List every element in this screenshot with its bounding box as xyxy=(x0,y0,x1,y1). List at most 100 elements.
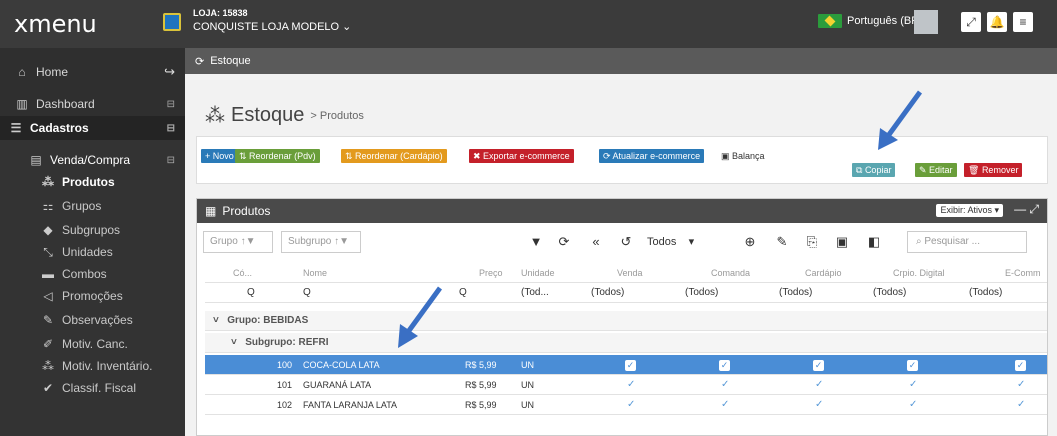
table-row[interactable]: 101 GUARANÁ LATA R$ 5,99 UN ✓ ✓ ✓ ✓ ✓ xyxy=(205,375,1047,395)
top-bar: xmenu LOJA: 15838 CONQUISTE LOJA MODELO … xyxy=(0,0,1057,48)
cubes-icon: ⁂ xyxy=(42,359,54,373)
sidebar-item-classif-fiscal[interactable]: ✔ Classif. Fiscal xyxy=(0,376,185,400)
sidebar-item-home[interactable]: ⌂ Home ↪ xyxy=(0,60,185,84)
subgroup-row[interactable]: ˅ Subgrupo: REFRI xyxy=(205,333,1047,353)
bullhorn-icon: ◁ xyxy=(43,289,53,303)
list-icon: ▤ xyxy=(30,153,42,167)
check-ecommerce-icon[interactable]: ✓ xyxy=(1017,375,1025,395)
zoom-icon[interactable]: ⊕ xyxy=(739,231,761,253)
filter-venda[interactable]: (Todos) xyxy=(591,283,624,303)
export-icon[interactable]: ⎘ xyxy=(801,231,823,253)
remover-button[interactable]: 🗑 Remover xyxy=(964,163,1023,177)
checkbox-ecommerce[interactable]: ✓ xyxy=(1015,355,1026,375)
refresh-icon[interactable]: ⟳ xyxy=(553,231,575,253)
check-venda-icon[interactable]: ✓ xyxy=(627,375,635,395)
header-venda[interactable]: Venda xyxy=(617,263,643,283)
check-cardapio-icon[interactable]: ✓ xyxy=(815,375,823,395)
sidebar-item-observacoes[interactable]: ✎ Observações xyxy=(0,308,185,332)
excel-icon[interactable]: ▣ xyxy=(831,231,853,253)
filter-unidade[interactable]: (Tod... xyxy=(521,283,549,303)
sidebar-item-subgrupos[interactable]: ◆ Subgrupos xyxy=(0,218,185,242)
group-row[interactable]: ˅ Grupo: BEBIDAS xyxy=(205,311,1047,331)
header-cardapio[interactable]: Cardápio xyxy=(805,263,842,283)
sidebar-item-produtos[interactable]: ⁂ Produtos xyxy=(0,170,185,194)
store-selector[interactable]: LOJA: 15838 CONQUISTE LOJA MODELO ⌄ xyxy=(193,8,351,33)
header-comanda[interactable]: Comanda xyxy=(711,263,750,283)
sidebar-item-grupos[interactable]: ⚏ Grupos xyxy=(0,194,185,218)
refresh-icon: ⟳ xyxy=(195,55,205,68)
logo: xmenu xyxy=(14,10,97,38)
store-name[interactable]: CONQUISTE LOJA MODELO ⌄ xyxy=(193,20,351,33)
table-row[interactable]: 102 FANTA LARANJA LATA R$ 5,99 UN ✓ ✓ ✓ … xyxy=(205,395,1047,415)
checkbox-comanda[interactable]: ✓ xyxy=(719,355,730,375)
sidebar-item-motiv-canc[interactable]: ✐ Motiv. Canc. xyxy=(0,332,185,356)
subgrupo-sort[interactable]: Subgrupo ↑▼ xyxy=(281,231,361,253)
check-comanda-icon[interactable]: ✓ xyxy=(721,375,729,395)
panel-controls[interactable]: — ⤢ xyxy=(1014,202,1039,217)
header-ecommerce[interactable]: E-Comm xyxy=(1005,263,1041,283)
novo-button[interactable]: + Novo xyxy=(201,149,238,163)
filter-codigo[interactable]: Q xyxy=(247,283,255,303)
panel-header: ▦ Produtos Exibir: Ativos ▾ — ⤢ xyxy=(197,199,1047,223)
atualizar-ecommerce-button[interactable]: ⟳ Atualizar e-commerce xyxy=(599,149,705,163)
sidebar-item-dashboard[interactable]: ▥ Dashboard ⊟ xyxy=(0,92,185,116)
grupo-sort[interactable]: Grupo ↑▼ xyxy=(203,231,273,253)
filter-comanda[interactable]: (Todos) xyxy=(685,283,718,303)
subgroup-label: ˅ Subgrupo: REFRI xyxy=(231,337,329,348)
expand-icon[interactable]: ⤢ xyxy=(961,12,981,32)
brazil-flag-icon xyxy=(818,14,842,28)
sidebar-item-cadastros[interactable]: ☰ Cadastros ⊟ xyxy=(0,116,185,140)
avatar[interactable] xyxy=(914,10,938,34)
reordenar-pdv-button[interactable]: ⇅ Reordenar (Pdv) xyxy=(235,149,320,163)
cell-unit: UN xyxy=(521,380,534,390)
pencil-icon: ✐ xyxy=(42,337,54,351)
check-cardapio-icon[interactable]: ✓ xyxy=(815,395,823,415)
sidebar-item-combos[interactable]: ▬ Combos xyxy=(0,262,185,286)
filter-cardapio[interactable]: (Todos) xyxy=(779,283,812,303)
sidebar-item-venda-compra[interactable]: ▤ Venda/Compra ⊟ xyxy=(0,148,185,172)
check-crpio-digital-icon[interactable]: ✓ xyxy=(909,395,917,415)
header-unidade[interactable]: Unidade xyxy=(521,263,555,283)
columns-icon[interactable]: ◧ xyxy=(863,231,885,253)
checkbox-venda[interactable]: ✓ xyxy=(625,355,636,375)
header-crpio-digital[interactable]: Crpio. Digital xyxy=(893,263,945,283)
filter-preco[interactable]: Q xyxy=(459,283,467,303)
header-preco[interactable]: Preço xyxy=(479,263,503,283)
menu-icon[interactable]: ≡ xyxy=(1013,12,1033,32)
exibir-dropdown[interactable]: Exibir: Ativos ▾ xyxy=(936,204,1003,217)
header-nome[interactable]: Nome xyxy=(303,263,327,283)
filter-icon[interactable]: ▼ xyxy=(525,231,547,253)
sidebar-item-promocoes[interactable]: ◁ Promoções xyxy=(0,284,185,308)
bell-icon[interactable]: 🔔 xyxy=(987,12,1007,32)
check-icon: ✔ xyxy=(42,381,54,395)
filter-ecommerce[interactable]: (Todos) xyxy=(969,283,1002,303)
sidebar-item-motiv-inventario[interactable]: ⁂ Motiv. Inventário. xyxy=(0,354,185,378)
checkbox-cardapio[interactable]: ✓ xyxy=(813,355,824,375)
page-title: ⁂ Estoque > Produtos xyxy=(205,104,364,127)
check-comanda-icon[interactable]: ✓ xyxy=(721,395,729,415)
app-root: xmenu LOJA: 15838 CONQUISTE LOJA MODELO … xyxy=(0,0,1057,436)
editar-button[interactable]: ✎ Editar xyxy=(915,163,957,177)
exportar-ecommerce-button[interactable]: ✖ Exportar e-commerce xyxy=(469,149,574,163)
reordenar-cardapio-button[interactable]: ⇅ Reordenar (Cardápio) xyxy=(341,149,447,163)
cell-unit: UN xyxy=(521,360,534,370)
filter-nome[interactable]: Q xyxy=(303,283,311,303)
tab-estoque[interactable]: ⟳ Estoque xyxy=(185,48,1057,74)
search-input[interactable]: ⌕ Pesquisar ... xyxy=(907,231,1027,253)
copiar-button[interactable]: ⧉ Copiar xyxy=(852,163,896,177)
check-venda-icon[interactable]: ✓ xyxy=(627,395,635,415)
table-row[interactable]: 100 COCA-COLA LATA R$ 5,99 UN ✓ ✓ ✓ ✓ ✓ xyxy=(205,355,1047,375)
cell-code: 101 xyxy=(277,380,293,390)
undo-icon[interactable]: ↺ xyxy=(615,231,637,253)
balanca-button[interactable]: ▣ Balança xyxy=(717,149,769,163)
check-crpio-digital-icon[interactable]: ✓ xyxy=(909,375,917,395)
header-codigo[interactable]: Có... xyxy=(233,263,252,283)
sidebar-item-unidades[interactable]: ⤡ Unidades xyxy=(0,240,185,264)
cell-unit: UN xyxy=(521,400,534,410)
todos-select[interactable]: Todos ▾ xyxy=(647,231,727,253)
checkbox-crpio-digital[interactable]: ✓ xyxy=(907,355,918,375)
collapse-icon[interactable]: « xyxy=(585,231,607,253)
filter-crpio-digital[interactable]: (Todos) xyxy=(873,283,906,303)
edit-icon[interactable]: ✎ xyxy=(771,231,793,253)
check-ecommerce-icon[interactable]: ✓ xyxy=(1017,395,1025,415)
